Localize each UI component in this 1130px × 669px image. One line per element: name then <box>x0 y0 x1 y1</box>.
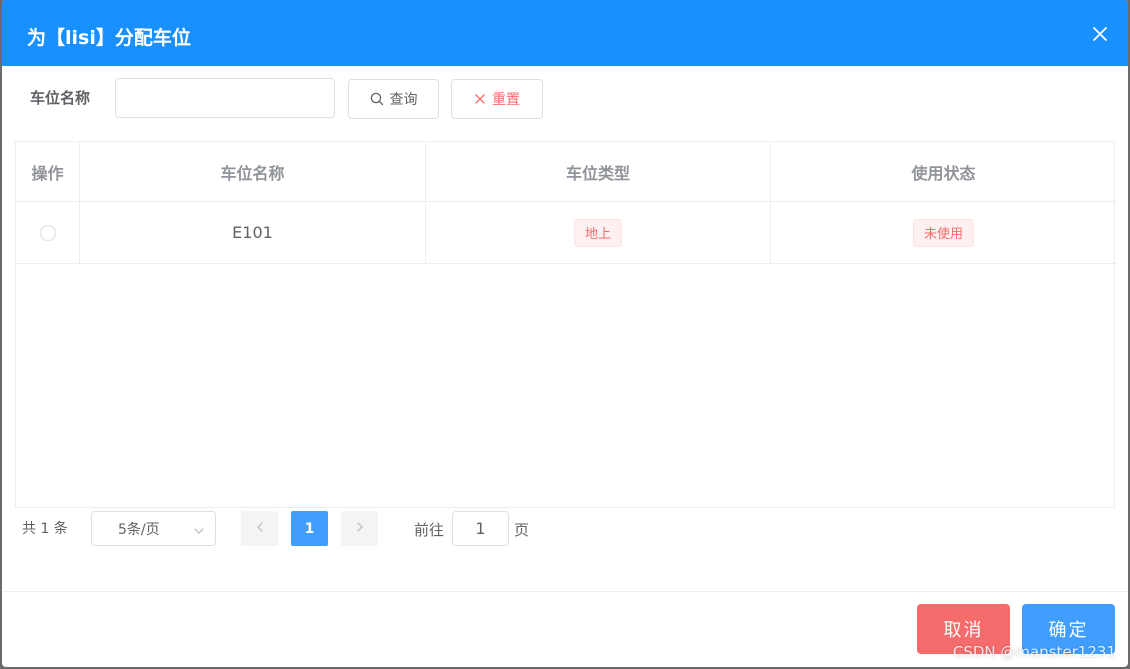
close-icon <box>474 93 486 105</box>
query-button-label: 查询 <box>389 92 418 108</box>
parking-name-label: 车位名称 <box>30 89 91 107</box>
page-size-select[interactable]: 5条/页 <box>91 511 216 546</box>
page-number-button[interactable]: 1 <box>291 511 328 546</box>
cell-parking-name: E101 <box>80 202 426 264</box>
status-badge: 未使用 <box>912 218 974 247</box>
chevron-right-icon <box>355 521 365 537</box>
row-select-radio[interactable] <box>39 224 56 241</box>
prev-page-button[interactable] <box>241 511 278 546</box>
goto-label: 前往 <box>414 521 445 539</box>
type-tag: 地上 <box>573 218 622 247</box>
cell-usage-status: 未使用 <box>771 202 1116 264</box>
cell-parking-type: 地上 <box>426 202 771 264</box>
close-icon[interactable] <box>1090 24 1110 44</box>
reset-button[interactable]: 重置 <box>451 79 543 119</box>
dialog-title: 为【lisi】分配车位 <box>27 27 191 49</box>
watermark: CSDN @manster1231 <box>952 643 1116 661</box>
search-icon <box>370 92 384 106</box>
assign-parking-dialog: 为【lisi】分配车位 车位名称 查询 重置 操作 车位名称 车位类型 使用状态 <box>2 0 1128 667</box>
chevron-left-icon <box>255 521 265 537</box>
parking-table: 操作 车位名称 车位类型 使用状态 E101 地上 未使用 <box>15 141 1116 508</box>
chevron-down-icon <box>193 524 205 540</box>
column-header-action: 操作 <box>16 142 80 202</box>
column-header-name: 车位名称 <box>80 142 426 202</box>
page-size-value: 5条/页 <box>118 521 160 538</box>
column-header-type: 车位类型 <box>426 142 771 202</box>
goto-unit: 页 <box>514 521 530 539</box>
next-page-button[interactable] <box>341 511 378 546</box>
dialog-header: 为【lisi】分配车位 <box>2 0 1128 66</box>
query-button[interactable]: 查询 <box>348 79 439 119</box>
parking-name-input[interactable] <box>115 78 335 118</box>
pagination-total: 共 1 条 <box>22 521 68 537</box>
footer-divider <box>2 591 1128 592</box>
column-header-status: 使用状态 <box>771 142 1116 202</box>
reset-button-label: 重置 <box>492 92 520 108</box>
table-row <box>16 202 80 264</box>
goto-page-input[interactable] <box>452 511 509 546</box>
